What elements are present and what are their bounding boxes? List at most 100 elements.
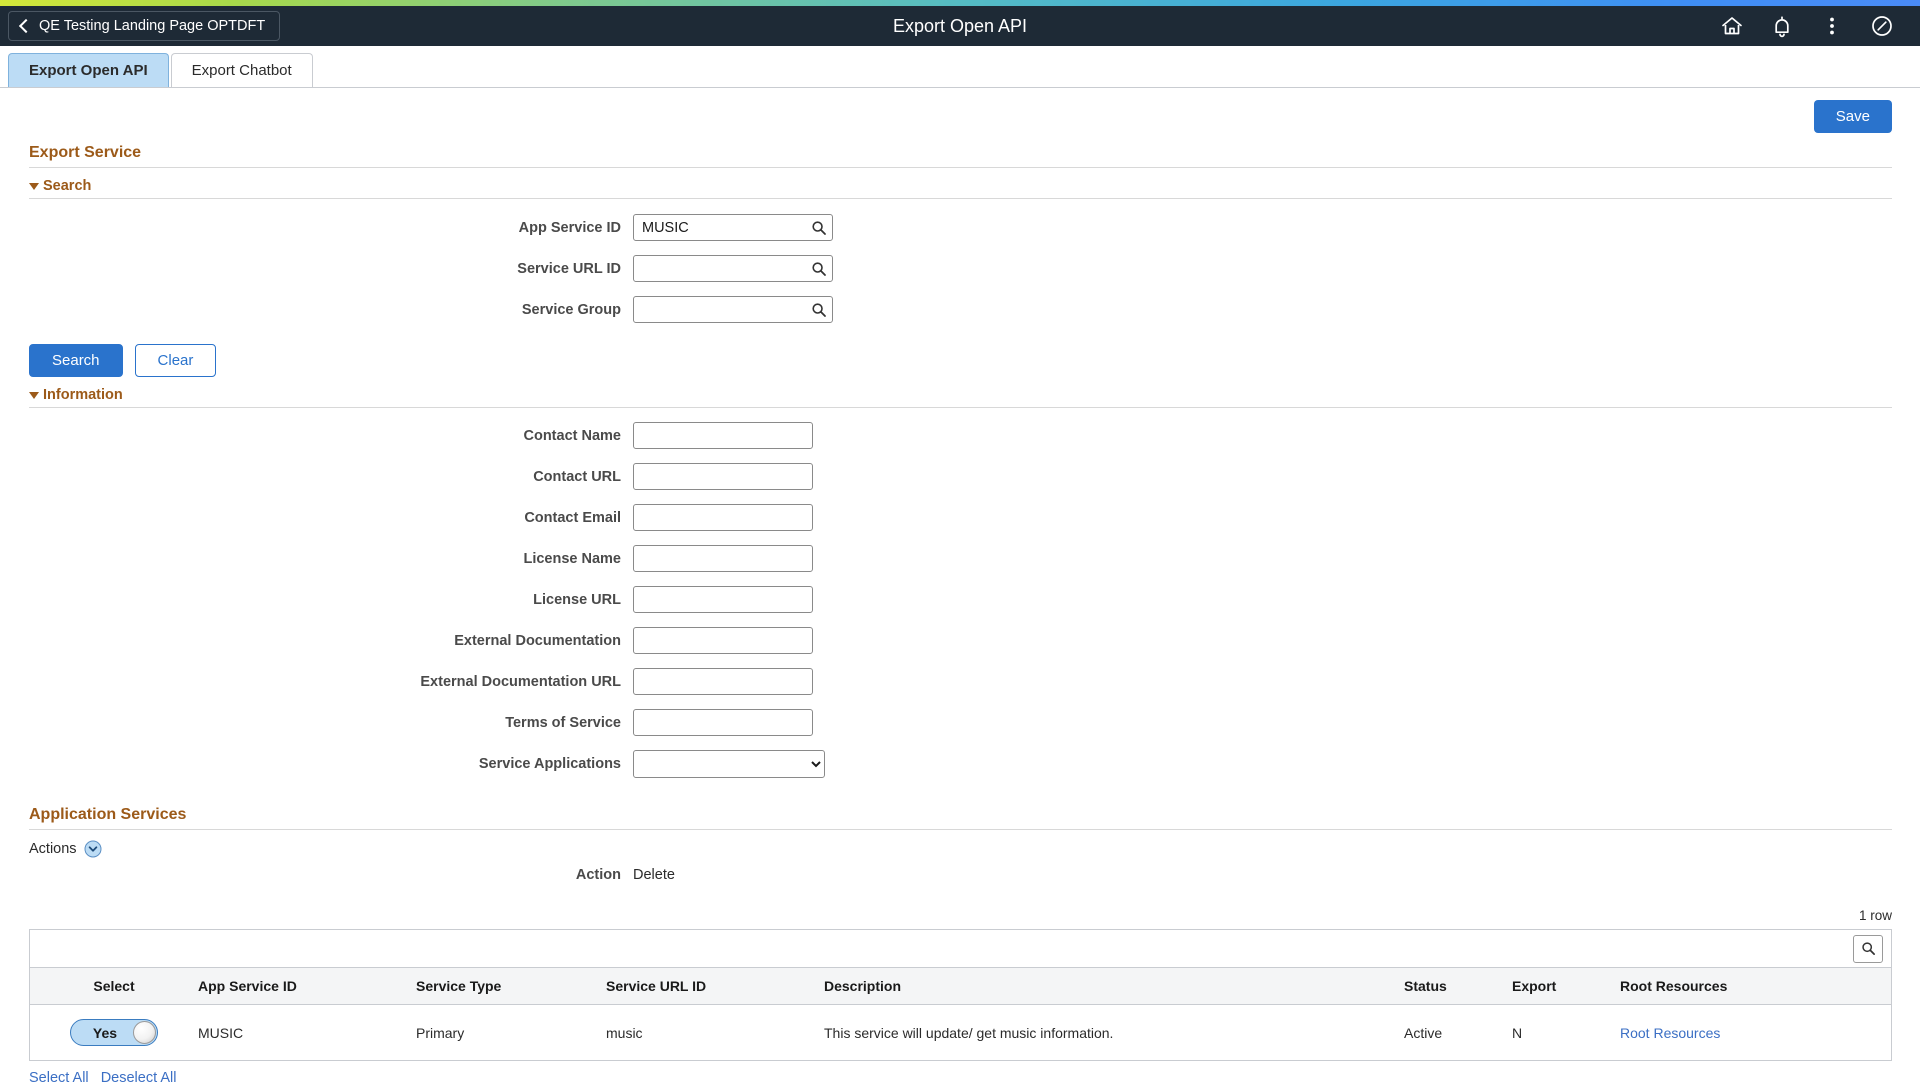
column-header-status: Status bbox=[1404, 968, 1512, 1005]
service-group-input-wrap bbox=[633, 296, 833, 323]
field-row-external-documentation-url: External Documentation URL bbox=[0, 661, 1920, 702]
tab-bar: Export Open API Export Chatbot bbox=[0, 52, 1920, 88]
cell-root-resources: Root Resources bbox=[1620, 1004, 1891, 1060]
chevron-down-circle-icon[interactable] bbox=[84, 840, 102, 858]
caret-down-icon bbox=[29, 391, 39, 399]
tab-export-chatbot[interactable]: Export Chatbot bbox=[170, 53, 313, 87]
export-service-heading: Export Service bbox=[29, 144, 142, 161]
column-header-service-type: Service Type bbox=[416, 968, 606, 1005]
actions-menu[interactable]: Actions bbox=[0, 830, 1920, 858]
root-resources-link[interactable]: Root Resources bbox=[1620, 1025, 1720, 1041]
field-row-terms-of-service: Terms of Service bbox=[0, 702, 1920, 743]
field-row-contact-email: Contact Email bbox=[0, 497, 1920, 538]
contact-url-label: Contact URL bbox=[533, 468, 621, 485]
service-applications-select[interactable] bbox=[633, 749, 825, 778]
field-row-service-url-id: Service URL ID bbox=[0, 248, 1920, 289]
search-action-buttons: Search Clear bbox=[0, 330, 1920, 377]
app-service-id-label: App Service ID bbox=[518, 219, 621, 236]
table-row: Yes MUSIC Primary music This service wil… bbox=[30, 1004, 1891, 1060]
app-service-id-input[interactable] bbox=[633, 214, 833, 241]
field-row-external-documentation: External Documentation bbox=[0, 620, 1920, 661]
chevron-left-icon bbox=[17, 19, 31, 33]
back-breadcrumb-button[interactable]: QE Testing Landing Page OPTDFT bbox=[8, 11, 281, 41]
search-button[interactable]: Search bbox=[29, 344, 123, 377]
field-row-contact-url: Contact URL bbox=[0, 456, 1920, 497]
actions-label: Actions bbox=[29, 841, 77, 857]
action-delete-row: Action Delete bbox=[0, 858, 1920, 892]
header-icon-group bbox=[1720, 14, 1920, 38]
cell-description: This service will update/ get music info… bbox=[824, 1004, 1404, 1060]
notification-bell-icon[interactable] bbox=[1770, 14, 1794, 38]
field-row-license-name: License Name bbox=[0, 538, 1920, 579]
toggle-knob bbox=[133, 1021, 156, 1044]
search-section-toggle[interactable]: Search bbox=[0, 168, 1920, 198]
services-table: Select App Service ID Service Type Servi… bbox=[30, 968, 1891, 1060]
application-services-heading: Application Services bbox=[29, 806, 187, 823]
lookup-search-icon[interactable] bbox=[811, 261, 827, 277]
field-row-service-group: Service Group bbox=[0, 289, 1920, 330]
contact-name-input[interactable] bbox=[633, 422, 813, 449]
actions-menu-icon[interactable] bbox=[1820, 14, 1844, 38]
home-icon[interactable] bbox=[1720, 14, 1744, 38]
contact-email-label: Contact Email bbox=[524, 509, 621, 526]
column-header-root-resources: Root Resources bbox=[1620, 968, 1891, 1005]
field-row-license-url: License URL bbox=[0, 579, 1920, 620]
external-documentation-url-input[interactable] bbox=[633, 668, 813, 695]
field-row-service-applications: Service Applications bbox=[0, 743, 1920, 784]
clear-button[interactable]: Clear bbox=[134, 344, 217, 377]
page-body: Save Export Service Search App Service I… bbox=[0, 88, 1920, 1086]
column-header-select: Select bbox=[30, 968, 198, 1005]
service-group-input[interactable] bbox=[633, 296, 833, 323]
cell-status: Active bbox=[1404, 1004, 1512, 1060]
deselect-all-link[interactable]: Deselect All bbox=[101, 1070, 177, 1086]
license-name-input[interactable] bbox=[633, 545, 813, 572]
navigator-icon[interactable] bbox=[1870, 14, 1894, 38]
information-section-toggle[interactable]: Information bbox=[0, 377, 1920, 407]
select-all-link[interactable]: Select All bbox=[29, 1070, 89, 1086]
page-title: Export Open API bbox=[892, 15, 1028, 36]
row-count-label: 1 row bbox=[1858, 908, 1892, 923]
contact-name-label: Contact Name bbox=[523, 427, 622, 444]
service-group-label: Service Group bbox=[521, 301, 621, 318]
search-fields: App Service ID Service URL ID Service Gr bbox=[0, 199, 1920, 330]
column-header-app-service-id: App Service ID bbox=[198, 968, 416, 1005]
cell-select: Yes bbox=[30, 1004, 198, 1060]
column-header-export: Export bbox=[1512, 968, 1620, 1005]
information-fields: Contact Name Contact URL Contact Email L… bbox=[0, 408, 1920, 784]
contact-url-input[interactable] bbox=[633, 463, 813, 490]
information-section-label: Information bbox=[43, 387, 123, 403]
cell-service-url-id: music bbox=[606, 1004, 824, 1060]
license-url-input[interactable] bbox=[633, 586, 813, 613]
terms-of-service-input[interactable] bbox=[633, 709, 813, 736]
column-header-service-url-id: Service URL ID bbox=[606, 968, 824, 1005]
service-url-id-input-wrap bbox=[633, 255, 833, 282]
lookup-search-icon[interactable] bbox=[811, 302, 827, 318]
table-body: Yes MUSIC Primary music This service wil… bbox=[30, 1004, 1891, 1060]
service-applications-label: Service Applications bbox=[478, 755, 621, 772]
column-header-description: Description bbox=[824, 968, 1404, 1005]
license-url-label: License URL bbox=[533, 591, 621, 608]
table-header-row: Select App Service ID Service Type Servi… bbox=[30, 968, 1891, 1005]
external-documentation-input[interactable] bbox=[633, 627, 813, 654]
lookup-search-icon[interactable] bbox=[811, 220, 827, 236]
tab-export-open-api[interactable]: Export Open API bbox=[8, 53, 169, 87]
grid-toolbar bbox=[30, 930, 1891, 968]
cell-app-service-id: MUSIC bbox=[198, 1004, 416, 1060]
table-header: Select App Service ID Service Type Servi… bbox=[30, 968, 1891, 1005]
action-value: Delete bbox=[633, 867, 675, 883]
field-row-app-service-id: App Service ID bbox=[0, 207, 1920, 248]
caret-down-icon bbox=[29, 182, 39, 190]
external-documentation-label: External Documentation bbox=[454, 632, 621, 649]
external-documentation-url-label: External Documentation URL bbox=[420, 673, 621, 690]
select-toggle-switch[interactable]: Yes bbox=[70, 1019, 158, 1046]
search-section-label: Search bbox=[43, 178, 92, 194]
grid-bottom-links: Select All Deselect All bbox=[0, 1061, 1920, 1086]
grid-search-button[interactable] bbox=[1853, 934, 1883, 963]
field-row-contact-name: Contact Name bbox=[0, 415, 1920, 456]
cell-service-type: Primary bbox=[416, 1004, 606, 1060]
tab-label: Export Chatbot bbox=[191, 62, 292, 79]
contact-email-input[interactable] bbox=[633, 504, 813, 531]
save-button[interactable]: Save bbox=[1813, 100, 1892, 133]
service-url-id-input[interactable] bbox=[633, 255, 833, 282]
cell-export: N bbox=[1512, 1004, 1620, 1060]
